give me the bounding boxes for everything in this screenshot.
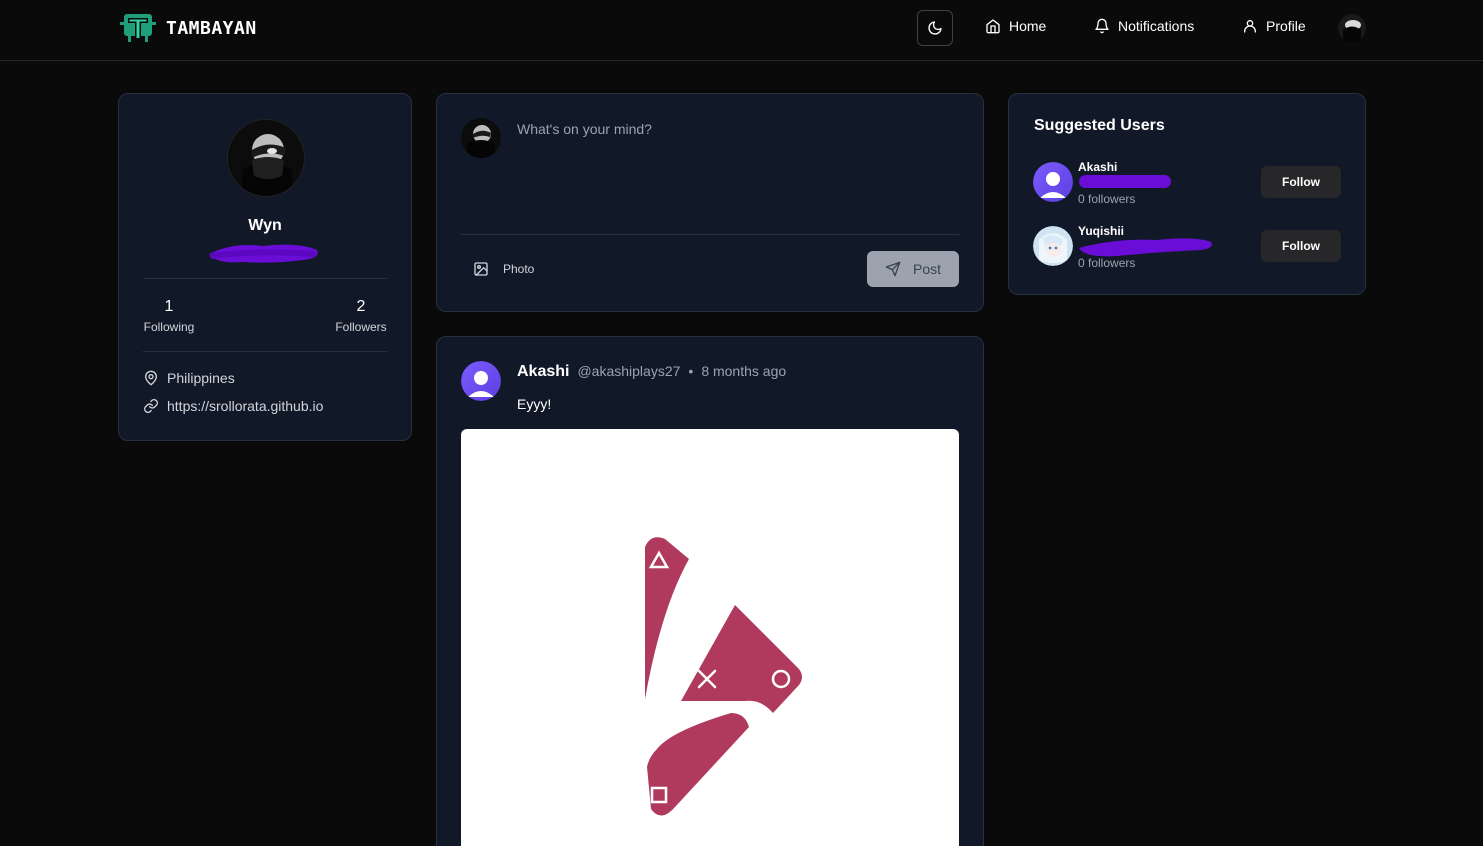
post-composer: What's on your mind? Photo Post	[436, 93, 984, 312]
redacted-handle	[209, 244, 318, 263]
post-author-avatar[interactable]	[461, 361, 501, 401]
nav-notifications-label: Notifications	[1118, 18, 1195, 34]
suggested-users-title: Suggested Users	[1034, 117, 1165, 134]
post-author-name[interactable]: Akashi	[517, 363, 569, 381]
follow-button[interactable]: Follow	[1261, 166, 1341, 198]
image-icon	[474, 262, 488, 276]
suggested-user-avatar[interactable]	[1033, 226, 1073, 266]
post-header: Akashi @akashiplays27 • 8 months ago	[517, 363, 786, 381]
app-name: TAMBAYAN	[166, 17, 257, 39]
nav-home-label: Home	[1009, 18, 1047, 34]
bell-icon	[1095, 18, 1109, 34]
post-submit-button[interactable]: Post	[867, 251, 959, 287]
suggested-users-card: Suggested Users Akashi 0 followers Follo…	[1008, 93, 1366, 295]
following-label: Following	[143, 320, 195, 334]
profile-card: Wyn 1 Following 2 Followers Philippines …	[118, 93, 412, 441]
suggested-user-avatar[interactable]	[1033, 162, 1073, 202]
redacted-handle	[1079, 238, 1212, 257]
suggested-user-row: Akashi 0 followers Follow	[1033, 160, 1343, 206]
follow-button[interactable]: Follow	[1261, 230, 1341, 262]
avatar-image	[1338, 14, 1366, 42]
nav-profile-link[interactable]: Profile	[1242, 18, 1306, 34]
followers-count: 2	[356, 298, 366, 315]
add-photo-button[interactable]: Photo	[473, 261, 534, 277]
post-content: Eyyy!	[517, 396, 552, 412]
link-icon	[144, 399, 158, 413]
website-row: https://srollorata.github.io	[143, 398, 323, 414]
post-timestamp: 8 months ago	[701, 363, 787, 379]
default-avatar-icon	[461, 361, 501, 401]
top-navbar: TAMBAYAN Home Notifications Profile	[0, 0, 1483, 61]
profile-name: Wyn	[248, 217, 282, 234]
default-avatar-icon	[1033, 162, 1073, 202]
avatar-image	[1033, 226, 1073, 266]
post-card: Akashi @akashiplays27 • 8 months ago Eyy…	[436, 336, 984, 846]
profile-divider	[143, 278, 387, 279]
map-pin-icon	[145, 370, 157, 386]
app-logo[interactable]: TAMBAYAN	[118, 12, 257, 44]
suggested-user-followers: 0 followers	[1078, 192, 1136, 206]
avatar-image	[461, 118, 501, 158]
post-submit-label: Post	[912, 261, 941, 277]
nav-home-link[interactable]: Home	[985, 18, 1046, 34]
suggested-user-row: Yuqishii 0 followers Follow	[1033, 224, 1343, 270]
suggested-user-followers: 0 followers	[1078, 256, 1136, 270]
profile-avatar[interactable]	[227, 119, 305, 197]
post-author-handle[interactable]: @akashiplays27	[577, 363, 680, 379]
add-photo-label: Photo	[503, 262, 535, 276]
nav-notifications-link[interactable]: Notifications	[1094, 18, 1194, 34]
avatar-image	[228, 120, 304, 196]
logo-icon	[120, 14, 156, 42]
theme-toggle-button[interactable]	[917, 10, 953, 46]
following-stat[interactable]: 1 Following	[143, 298, 195, 334]
website-link[interactable]: https://srollorata.github.io	[167, 398, 323, 414]
following-count: 1	[164, 298, 174, 315]
profile-divider	[143, 351, 387, 352]
location-row: Philippines	[143, 370, 235, 386]
followers-stat[interactable]: 2 Followers	[333, 298, 389, 334]
composer-avatar	[461, 118, 501, 158]
home-icon	[986, 19, 1000, 34]
moon-icon	[928, 21, 942, 35]
user-menu-avatar[interactable]	[1338, 14, 1366, 42]
followers-label: Followers	[335, 320, 387, 334]
redacted-handle	[1079, 175, 1171, 188]
composer-divider	[461, 234, 959, 235]
post-image[interactable]	[461, 429, 959, 846]
location-text: Philippines	[167, 370, 235, 386]
post-text-input[interactable]: What's on your mind?	[517, 121, 652, 137]
playstation-a-logo-image	[645, 537, 802, 816]
separator-dot: •	[688, 363, 694, 379]
nav-profile-label: Profile	[1266, 18, 1306, 34]
send-icon	[885, 261, 901, 277]
user-icon	[1244, 20, 1256, 33]
